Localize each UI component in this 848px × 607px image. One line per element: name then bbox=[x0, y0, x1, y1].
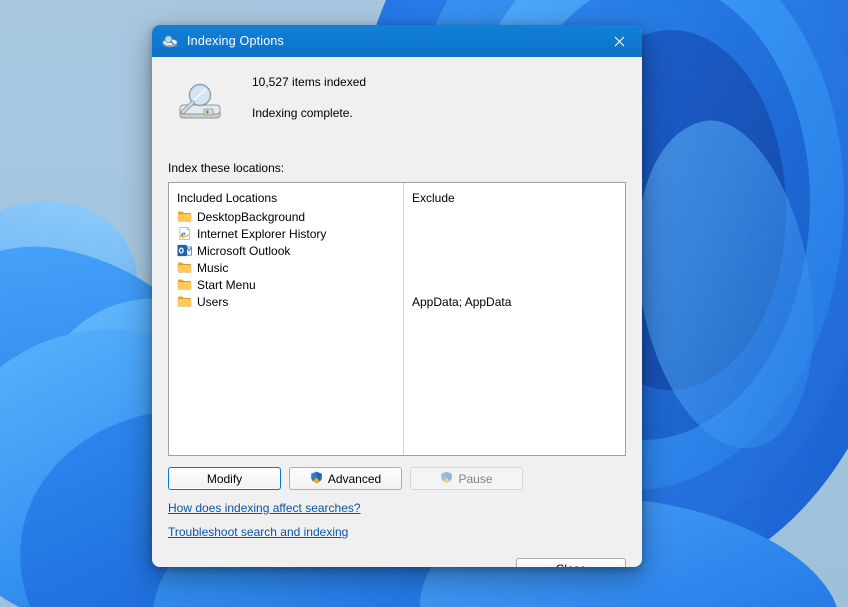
uac-shield-icon bbox=[440, 471, 453, 487]
folder-icon bbox=[177, 260, 193, 276]
indexing-options-icon bbox=[161, 32, 179, 50]
exclude-column: Exclude AppData; AppData bbox=[404, 183, 625, 455]
dialog-footer: Close bbox=[152, 546, 642, 567]
included-locations-column: Included Locations DesktopBackground e Int… bbox=[169, 183, 404, 455]
modify-button-label: Modify bbox=[206, 471, 243, 486]
location-name: DesktopBackground bbox=[197, 209, 306, 224]
pause-button: Pause bbox=[410, 467, 523, 490]
help-links: How does indexing affect searches? Troub… bbox=[168, 499, 626, 546]
location-row[interactable]: e Internet Explorer History bbox=[169, 225, 403, 242]
link-indexing-affect-searches[interactable]: How does indexing affect searches? bbox=[168, 501, 361, 515]
location-name: Users bbox=[197, 294, 229, 309]
advanced-button-label: Advanced bbox=[327, 471, 382, 486]
folder-icon bbox=[177, 209, 193, 225]
exclude-empty bbox=[404, 259, 625, 276]
exclude-empty bbox=[404, 276, 625, 293]
folder-icon bbox=[177, 277, 193, 293]
exclude-header: Exclude bbox=[412, 191, 455, 205]
link-troubleshoot-search-indexing[interactable]: Troubleshoot search and indexing bbox=[168, 525, 348, 539]
location-row[interactable]: Microsoft Outlook bbox=[169, 242, 403, 259]
advanced-button[interactable]: Advanced bbox=[289, 467, 402, 490]
location-name: Music bbox=[197, 260, 229, 275]
pause-button-label: Pause bbox=[458, 471, 493, 486]
location-row[interactable]: DesktopBackground bbox=[169, 208, 403, 225]
locations-listbox[interactable]: Included Locations DesktopBackground e Int… bbox=[168, 182, 626, 456]
close-button-label: Close bbox=[556, 562, 587, 567]
internet-explorer-icon: e bbox=[177, 226, 193, 242]
outlook-icon bbox=[177, 243, 193, 259]
exclude-empty bbox=[404, 242, 625, 259]
indexing-status: 10,527 items indexed Indexing complete. bbox=[168, 57, 626, 141]
location-row[interactable]: Start Menu bbox=[169, 276, 403, 293]
items-indexed-text: 10,527 items indexed bbox=[252, 75, 367, 89]
wallpaper-ribbon bbox=[612, 107, 838, 463]
dialog-body: 10,527 items indexed Indexing complete. … bbox=[152, 57, 642, 546]
wallpaper-petal bbox=[0, 174, 162, 386]
close-icon[interactable] bbox=[596, 25, 642, 57]
included-locations-header: Included Locations bbox=[177, 191, 278, 205]
close-button[interactable]: Close bbox=[516, 557, 626, 567]
exclude-value: AppData; AppData bbox=[412, 294, 512, 309]
uac-shield-icon bbox=[310, 470, 323, 487]
indexing-state-text: Indexing complete. bbox=[252, 106, 353, 120]
location-name: Start Menu bbox=[197, 277, 256, 292]
exclude-rows: AppData; AppData bbox=[404, 208, 625, 310]
window-title: Indexing Options bbox=[187, 34, 285, 48]
index-locations-label: Index these locations: bbox=[168, 161, 285, 175]
location-row[interactable]: Users bbox=[169, 293, 403, 310]
magnifier-over-drive-icon bbox=[168, 73, 226, 132]
action-buttons: Modify Advanced Pause bbox=[168, 467, 626, 490]
status-text-block: 10,527 items indexed Indexing complete. bbox=[226, 73, 366, 120]
title-bar[interactable]: Indexing Options bbox=[152, 25, 642, 57]
location-name: Internet Explorer History bbox=[197, 226, 327, 241]
modify-button[interactable]: Modify bbox=[168, 467, 281, 490]
svg-text:e: e bbox=[181, 229, 186, 240]
desktop-wallpaper: Indexing Options 10,527 items indexed In… bbox=[0, 0, 848, 607]
exclude-empty bbox=[404, 208, 625, 225]
included-locations-rows: DesktopBackground e Internet Explorer Hist… bbox=[169, 208, 403, 310]
folder-icon bbox=[177, 294, 193, 310]
location-row[interactable]: Music bbox=[169, 259, 403, 276]
location-name: Microsoft Outlook bbox=[197, 243, 291, 258]
indexing-options-dialog: Indexing Options 10,527 items indexed In… bbox=[152, 25, 642, 567]
exclude-empty bbox=[404, 225, 625, 242]
